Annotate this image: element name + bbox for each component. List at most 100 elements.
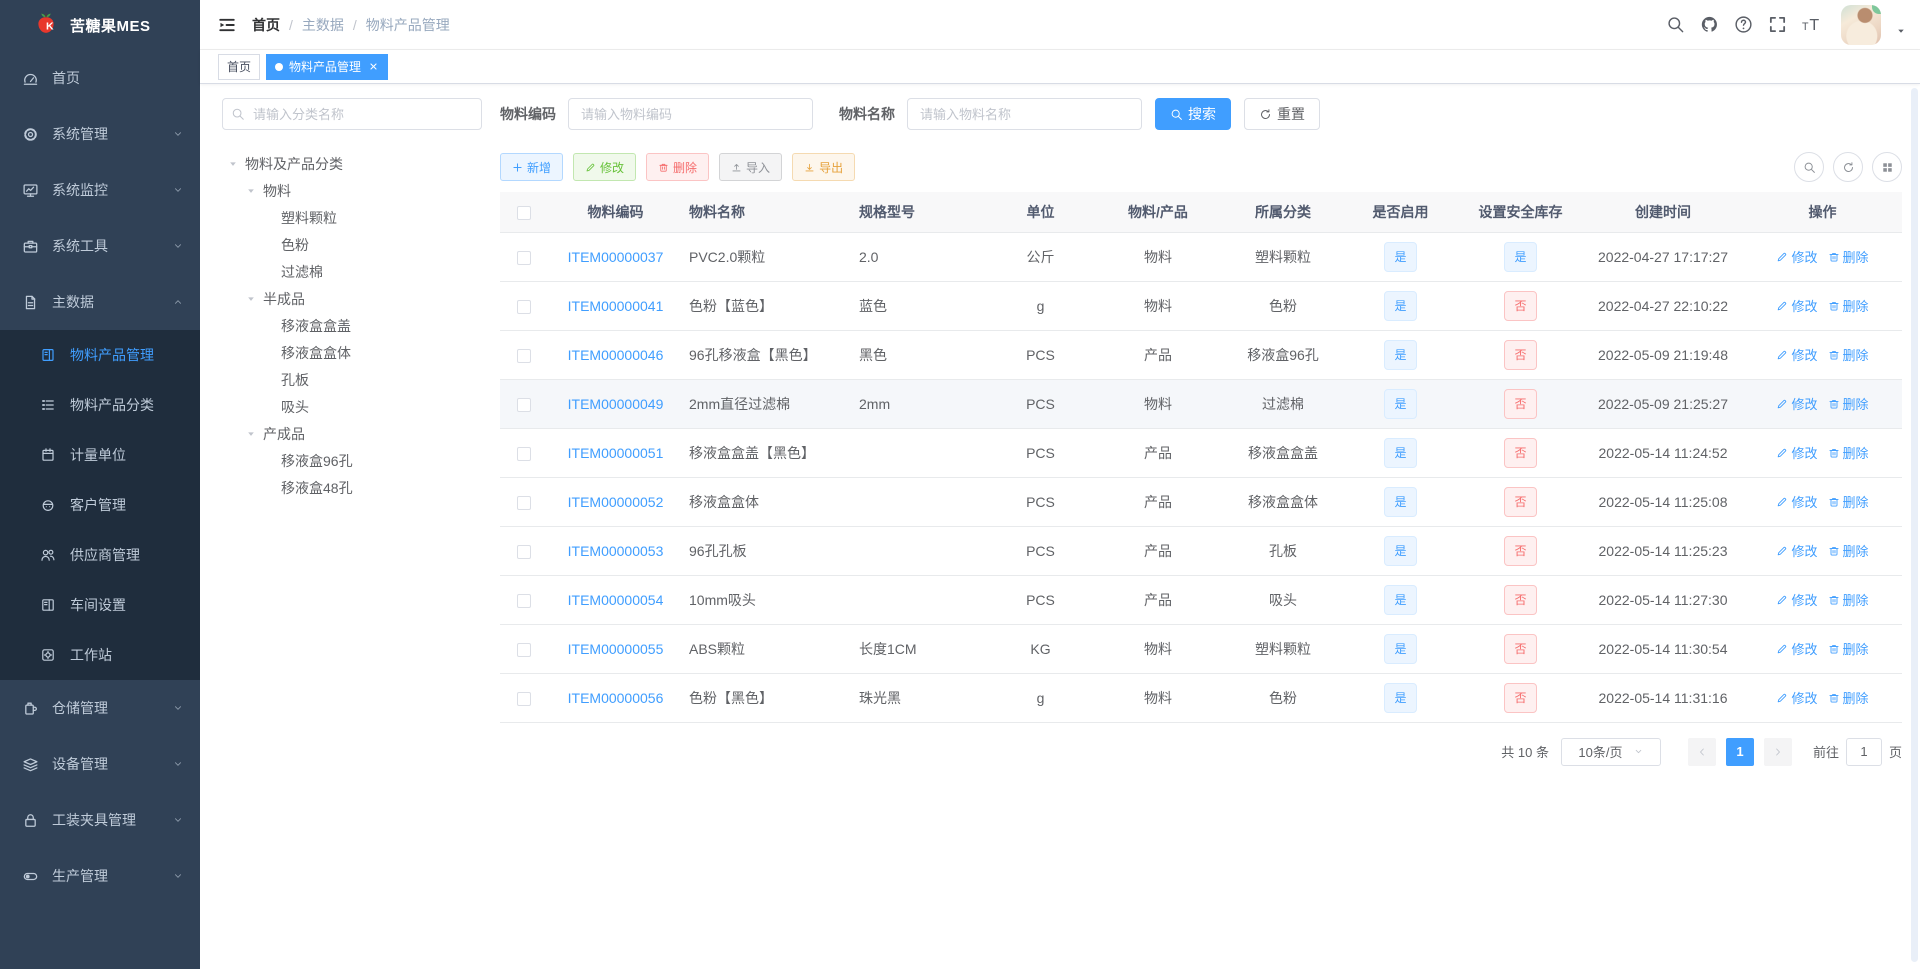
sidebar-subitem-material-product-category[interactable]: 物料产品分类: [0, 380, 200, 430]
sidebar-item-master-data[interactable]: 主数据: [0, 274, 200, 330]
tree-search-input[interactable]: [222, 98, 482, 130]
fullscreen-icon[interactable]: [1768, 15, 1787, 34]
tab-close-icon[interactable]: [368, 61, 379, 72]
tab-首页[interactable]: 首页: [218, 53, 261, 80]
item-code-link[interactable]: ITEM00000046: [568, 347, 664, 363]
sidebar-subitem-material-product-mgmt[interactable]: 物料产品管理: [0, 330, 200, 380]
tree-node-leaf-0-0[interactable]: 塑料颗粒: [222, 204, 482, 231]
item-code-link[interactable]: ITEM00000051: [568, 445, 664, 461]
sidebar-item-tooling-fixture-mgmt[interactable]: 工装夹具管理: [0, 792, 200, 848]
caret-down-icon[interactable]: [1896, 26, 1906, 36]
search-icon[interactable]: [1666, 15, 1685, 34]
row-edit-link[interactable]: 修改: [1776, 590, 1818, 609]
tree-node-leaf-1-0[interactable]: 移液盒盒盖: [222, 312, 482, 339]
tab-物料产品管理[interactable]: 物料产品管理: [266, 53, 389, 80]
item-code-link[interactable]: ITEM00000055: [568, 641, 664, 657]
item-code-link[interactable]: ITEM00000041: [568, 298, 664, 314]
row-delete-link[interactable]: 删除: [1828, 639, 1869, 658]
sidebar-subitem-measure-unit[interactable]: 计量单位: [0, 430, 200, 480]
tree-node-group-0[interactable]: 物料: [222, 177, 482, 204]
sidebar-item-system-mgmt[interactable]: 系统管理: [0, 106, 200, 162]
item-code-link[interactable]: ITEM00000053: [568, 543, 664, 559]
sidebar-item-home[interactable]: 首页: [0, 50, 200, 106]
name-filter-input[interactable]: [907, 98, 1142, 130]
delete-button[interactable]: 删除: [646, 153, 710, 181]
sidebar-subitem-supplier-mgmt[interactable]: 供应商管理: [0, 530, 200, 580]
sidebar-toggle-icon[interactable]: [218, 16, 236, 34]
item-code-link[interactable]: ITEM00000056: [568, 690, 664, 706]
tree-node-leaf-0-2[interactable]: 过滤棉: [222, 258, 482, 285]
columns-button[interactable]: [1872, 152, 1902, 182]
row-edit-link[interactable]: 修改: [1776, 688, 1818, 707]
add-button[interactable]: 新增: [500, 153, 564, 181]
row-delete-link[interactable]: 删除: [1828, 296, 1869, 315]
sidebar-subitem-workshop-settings[interactable]: 车间设置: [0, 580, 200, 630]
item-code-link[interactable]: ITEM00000037: [568, 249, 664, 265]
sidebar-item-production-mgmt[interactable]: 生产管理: [0, 848, 200, 904]
item-code-link[interactable]: ITEM00000049: [568, 396, 664, 412]
row-delete-link[interactable]: 删除: [1828, 688, 1869, 707]
row-checkbox[interactable]: [517, 544, 531, 559]
goto-page-input[interactable]: [1845, 737, 1882, 766]
item-code-link[interactable]: ITEM00000054: [568, 592, 664, 608]
row-checkbox[interactable]: [517, 250, 531, 265]
tree-node-leaf-1-3[interactable]: 吸头: [222, 393, 482, 420]
item-code-link[interactable]: ITEM00000052: [568, 494, 664, 510]
select-all-checkbox[interactable]: [517, 205, 531, 220]
row-edit-link[interactable]: 修改: [1776, 345, 1818, 364]
tree-node-leaf-1-2[interactable]: 孔板: [222, 366, 482, 393]
row-edit-link[interactable]: 修改: [1776, 296, 1818, 315]
row-edit-link[interactable]: 修改: [1776, 492, 1818, 511]
row-checkbox[interactable]: [517, 446, 531, 461]
edit-button[interactable]: 修改: [573, 153, 637, 181]
sidebar-subitem-workstation[interactable]: 工作站: [0, 630, 200, 680]
row-delete-link[interactable]: 删除: [1828, 590, 1869, 609]
tree-node-group-2[interactable]: 产成品: [222, 420, 482, 447]
next-page-button[interactable]: [1763, 737, 1792, 766]
row-delete-link[interactable]: 删除: [1828, 345, 1869, 364]
avatar[interactable]: [1841, 4, 1881, 45]
export-button[interactable]: 导出: [792, 153, 856, 181]
github-icon[interactable]: [1700, 15, 1719, 34]
row-checkbox[interactable]: [517, 691, 531, 706]
page-scrollbar[interactable]: [1911, 88, 1918, 962]
row-delete-link[interactable]: 删除: [1828, 394, 1869, 413]
row-checkbox[interactable]: [517, 299, 531, 314]
row-edit-link[interactable]: 修改: [1776, 443, 1818, 462]
row-edit-link[interactable]: 修改: [1776, 541, 1818, 560]
tree-node-leaf-1-1[interactable]: 移液盒盒体: [222, 339, 482, 366]
row-edit-link[interactable]: 修改: [1776, 247, 1818, 266]
row-checkbox[interactable]: [517, 495, 531, 510]
row-delete-link[interactable]: 删除: [1828, 541, 1869, 560]
row-delete-link[interactable]: 删除: [1828, 443, 1869, 462]
breadcrumb-item[interactable]: 首页: [252, 15, 280, 35]
tree-node-leaf-0-1[interactable]: 色粉: [222, 231, 482, 258]
import-button[interactable]: 导入: [719, 153, 783, 181]
tree-node-leaf-2-1[interactable]: 移液盒48孔: [222, 474, 482, 501]
toggle-search-button[interactable]: [1794, 152, 1824, 182]
help-icon[interactable]: [1734, 15, 1753, 34]
sidebar-item-warehouse-mgmt[interactable]: 仓储管理: [0, 680, 200, 736]
page-size-select[interactable]: 10条/页: [1560, 737, 1661, 766]
row-checkbox[interactable]: [517, 397, 531, 412]
row-delete-link[interactable]: 删除: [1828, 247, 1869, 266]
prev-page-button[interactable]: [1687, 737, 1716, 766]
sidebar-item-equipment-mgmt[interactable]: 设备管理: [0, 736, 200, 792]
row-checkbox[interactable]: [517, 642, 531, 657]
search-button[interactable]: 搜索: [1155, 98, 1231, 130]
sidebar-item-system-tools[interactable]: 系统工具: [0, 218, 200, 274]
reset-button[interactable]: 重置: [1244, 98, 1320, 130]
font-size-icon[interactable]: TT: [1802, 15, 1821, 34]
row-edit-link[interactable]: 修改: [1776, 639, 1818, 658]
code-filter-input[interactable]: [568, 98, 813, 130]
refresh-table-button[interactable]: [1833, 152, 1863, 182]
row-checkbox[interactable]: [517, 348, 531, 363]
breadcrumb-item[interactable]: 主数据: [302, 15, 344, 35]
row-delete-link[interactable]: 删除: [1828, 492, 1869, 511]
logo[interactable]: K 苦糖果MES: [0, 0, 200, 50]
tree-node-group-1[interactable]: 半成品: [222, 285, 482, 312]
tree-node-leaf-2-0[interactable]: 移液盒96孔: [222, 447, 482, 474]
row-edit-link[interactable]: 修改: [1776, 394, 1818, 413]
breadcrumb-item[interactable]: 物料产品管理: [366, 15, 450, 35]
current-page[interactable]: 1: [1725, 737, 1754, 766]
